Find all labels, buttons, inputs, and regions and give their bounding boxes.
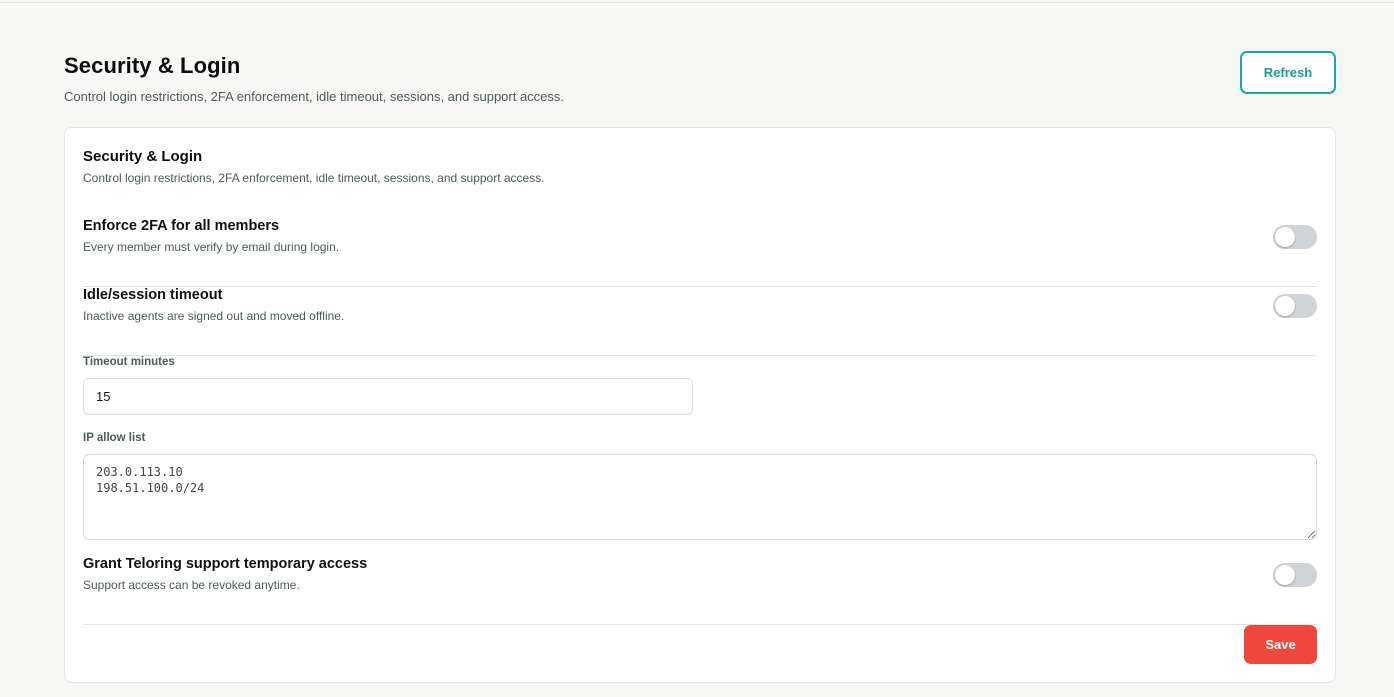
toggle-knob bbox=[1275, 565, 1295, 585]
setting-description: Every member must verify by email during… bbox=[83, 240, 340, 254]
toggle-knob bbox=[1275, 296, 1295, 316]
setting-row-idle-timeout: Idle/session timeout Inactive agents are… bbox=[83, 287, 1317, 356]
setting-row-support-access: Grant Teloring support temporary access … bbox=[83, 556, 1317, 625]
setting-label: Grant Teloring support temporary access bbox=[83, 556, 368, 572]
setting-label: Enforce 2FA for all members bbox=[83, 218, 280, 234]
setting-description: Inactive agents are signed out and moved… bbox=[83, 309, 345, 323]
idle-timeout-toggle[interactable] bbox=[1273, 294, 1317, 318]
page-header: Security & Login Control login restricti… bbox=[64, 51, 1336, 111]
ip-allow-list-label: IP allow list bbox=[83, 432, 146, 444]
ip-allow-list-textarea[interactable]: 203.0.113.10 198.51.100.0/24 bbox=[83, 454, 1317, 540]
top-divider bbox=[0, 2, 1394, 3]
enforce-2fa-toggle[interactable] bbox=[1273, 225, 1317, 249]
setting-label: Idle/session timeout bbox=[83, 287, 223, 303]
card-subtitle: Control login restrictions, 2FA enforcem… bbox=[83, 171, 545, 185]
refresh-button[interactable]: Refresh bbox=[1240, 51, 1336, 94]
security-settings-card: Security & Login Control login restricti… bbox=[64, 127, 1336, 683]
page-title: Security & Login bbox=[64, 53, 241, 78]
card-title: Security & Login bbox=[83, 148, 203, 165]
setting-description: Support access can be revoked anytime. bbox=[83, 578, 300, 592]
support-access-toggle[interactable] bbox=[1273, 563, 1317, 587]
setting-row-enforce-2fa: Enforce 2FA for all members Every member… bbox=[83, 218, 1317, 287]
save-button[interactable]: Save bbox=[1244, 625, 1317, 664]
timeout-minutes-label: Timeout minutes bbox=[83, 356, 175, 368]
page-subtitle: Control login restrictions, 2FA enforcem… bbox=[64, 89, 565, 104]
toggle-knob bbox=[1275, 227, 1295, 247]
timeout-minutes-input[interactable] bbox=[83, 378, 693, 415]
